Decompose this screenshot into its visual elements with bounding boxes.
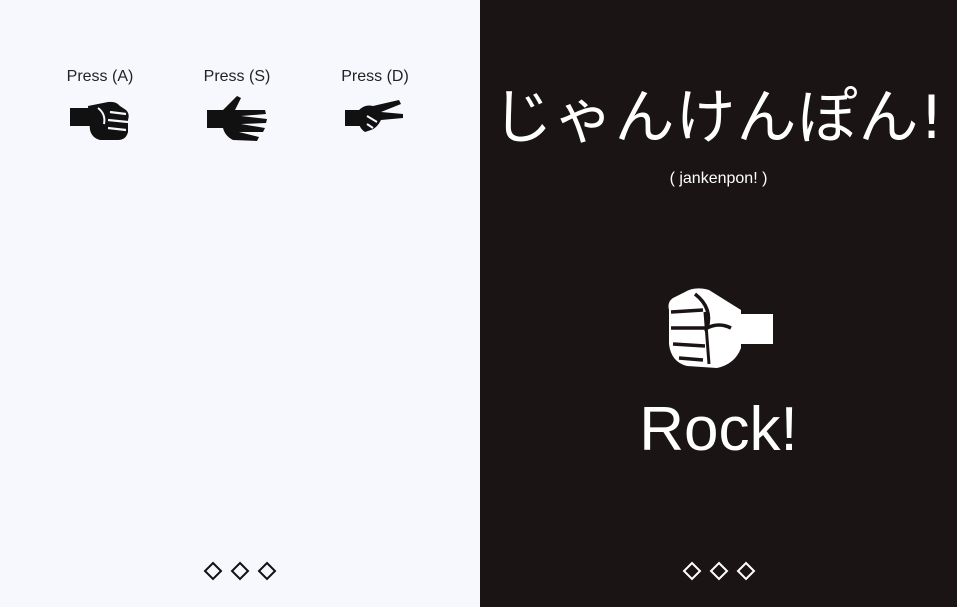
game-title: じゃんけんぽん! bbox=[492, 83, 945, 153]
paper-key-label: Press (S) bbox=[203, 68, 271, 85]
opponent-score-indicator bbox=[681, 560, 756, 581]
rock-hand-icon bbox=[668, 288, 773, 368]
paper-choice-button[interactable]: Press (S) bbox=[182, 66, 292, 146]
game-subtitle: ( jankenpon! ) bbox=[669, 170, 768, 187]
player-score-indicator bbox=[202, 560, 277, 581]
rock-choice-button[interactable]: Press (A) bbox=[45, 66, 155, 146]
scissors-key-label: Press (D) bbox=[341, 68, 409, 85]
rock-hand-icon bbox=[70, 101, 129, 140]
paper-hand-icon bbox=[207, 96, 267, 141]
rock-key-label: Press (A) bbox=[66, 68, 134, 85]
scissors-choice-button[interactable]: Press (D) bbox=[320, 66, 430, 146]
score-point-icon bbox=[202, 560, 223, 581]
score-point-icon bbox=[735, 560, 756, 581]
player-panel: Press (A) Press (S) Press (D) bbox=[0, 0, 480, 607]
score-point-icon bbox=[256, 560, 277, 581]
round-result-text: Rock! bbox=[639, 395, 798, 464]
game-container: Press (A) Press (S) Press (D) じゃんけんぽん! (… bbox=[0, 0, 957, 607]
opponent-panel: じゃんけんぽん! ( jankenpon! ) Rock! bbox=[480, 0, 957, 607]
score-point-icon bbox=[229, 560, 250, 581]
score-point-icon bbox=[708, 560, 729, 581]
score-point-icon bbox=[681, 560, 702, 581]
scissors-hand-icon bbox=[345, 100, 403, 132]
